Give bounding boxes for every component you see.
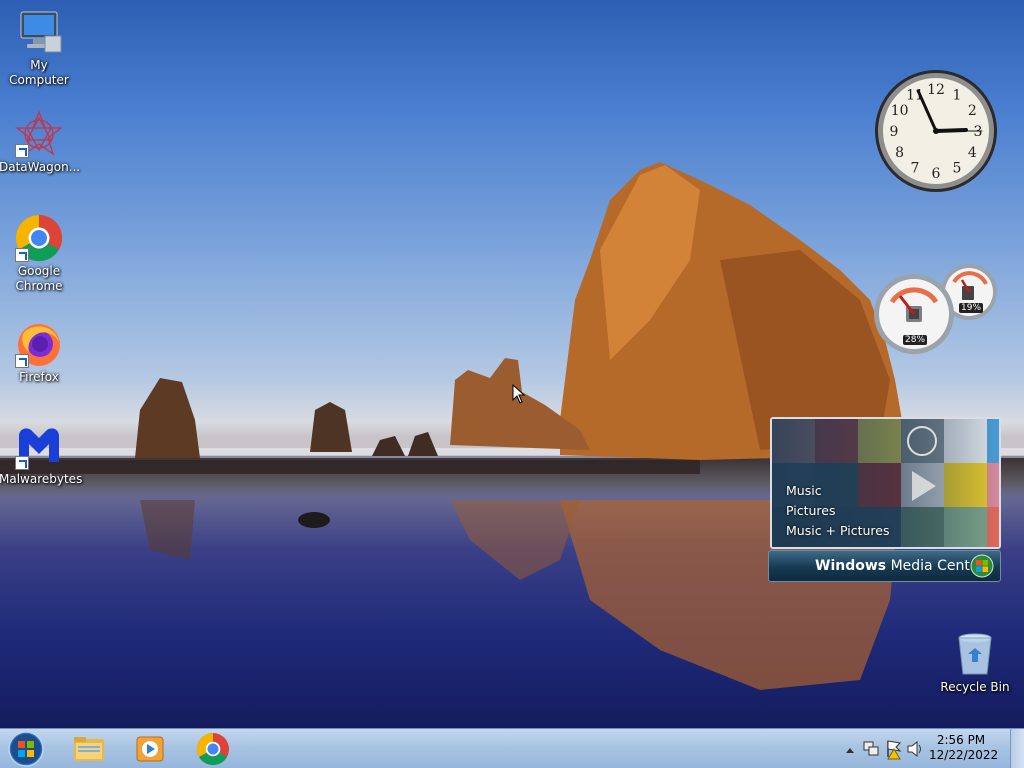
- media-center-menu: Music Pictures Music + Pictures: [786, 481, 890, 541]
- computer-icon: [15, 8, 63, 56]
- system-tray: 2:56 PM 12/22/2022: [834, 729, 1024, 768]
- wallpaper-rocks: [0, 162, 1024, 690]
- volume-icon[interactable]: [907, 740, 921, 758]
- desktop-icon-label: Firefox: [19, 370, 59, 384]
- clock-numeral: 5: [953, 160, 962, 176]
- shortcut-arrow-icon: [15, 354, 29, 368]
- malwarebytes-icon: [15, 422, 63, 470]
- desktop-icon-datawagon[interactable]: DataWagon...: [0, 110, 81, 175]
- media-center-menu-music-pictures[interactable]: Music + Pictures: [786, 521, 890, 541]
- desktop-icon-google-chrome[interactable]: Google Chrome: [0, 214, 79, 294]
- show-hidden-icons-icon[interactable]: [846, 748, 854, 753]
- clock-numeral: 3: [974, 124, 983, 140]
- media-center-menu-pictures[interactable]: Pictures: [786, 501, 890, 521]
- clock-numeral: 9: [890, 124, 899, 140]
- recycle-bin-icon: [951, 630, 999, 678]
- media-center-brand: Windows Media Center: [815, 558, 985, 574]
- show-desktop-button[interactable]: [1010, 729, 1024, 768]
- start-button[interactable]: [6, 730, 46, 768]
- datawagon-icon: [15, 110, 63, 158]
- desktop-icon-label: Malwarebytes: [0, 472, 83, 486]
- cpu-meter-gadget[interactable]: 28% 19%: [874, 260, 1002, 356]
- desktop-icon-malwarebytes[interactable]: Malwarebytes: [0, 422, 83, 487]
- clock-numeral: 10: [891, 103, 909, 119]
- media-center-menu-music[interactable]: Music: [786, 481, 890, 501]
- taskbar-file-explorer[interactable]: [60, 731, 118, 767]
- media-center-launch-bar[interactable]: Windows Media Center: [768, 550, 1001, 582]
- taskbar-windows-media-player[interactable]: [122, 731, 180, 767]
- clock-numeral: 1: [953, 88, 962, 104]
- mouse-cursor-icon: [512, 384, 526, 404]
- taskbar-clock-time: 2:56 PM: [936, 733, 986, 747]
- clock-numeral: 2: [968, 103, 977, 119]
- chrome-icon: [15, 214, 63, 262]
- clock-numeral: 6: [932, 166, 941, 182]
- clock-numeral: 12: [927, 82, 945, 98]
- desktop-icon-recycle-bin[interactable]: Recycle Bin: [935, 630, 1015, 695]
- desktop-icon-firefox[interactable]: Firefox: [0, 320, 79, 385]
- windows-orb-icon: [970, 554, 994, 578]
- clock-numeral: 4: [968, 145, 977, 161]
- taskbar: 2:56 PM 12/22/2022: [0, 728, 1024, 768]
- media-player-icon: [136, 736, 164, 762]
- desktop-wallpaper: [0, 0, 1024, 728]
- shortcut-arrow-icon: [15, 144, 29, 158]
- memory-usage-readout: 19%: [959, 303, 984, 313]
- desktop-icon-my-computer[interactable]: My Computer: [0, 8, 79, 88]
- desktop-icon-label: DataWagon...: [0, 160, 81, 174]
- taskbar-clock-date: 12/22/2022: [929, 748, 999, 762]
- media-center-gadget[interactable]: Music Pictures Music + Pictures: [770, 417, 1001, 549]
- shortcut-arrow-icon: [15, 456, 29, 470]
- network-icon[interactable]: [863, 741, 879, 756]
- desktop-icon-label: Recycle Bin: [940, 680, 1010, 694]
- clock-numeral: 8: [895, 145, 904, 161]
- firefox-icon: [15, 320, 63, 368]
- desktop-icon-label: Google Chrome: [15, 264, 63, 293]
- clock-numeral: 7: [911, 160, 920, 176]
- clock-gadget[interactable]: 12 1 2 3 4 5 6 7 8 9 10 11: [873, 68, 999, 194]
- cpu-usage-readout: 28%: [903, 335, 928, 345]
- desktop-icon-label: My Computer: [9, 58, 69, 87]
- chrome-icon: [196, 732, 229, 766]
- shortcut-arrow-icon: [15, 248, 29, 262]
- folder-icon: [74, 737, 104, 761]
- action-center-flag-icon[interactable]: [887, 740, 902, 760]
- taskbar-google-chrome[interactable]: [184, 731, 242, 767]
- taskbar-clock[interactable]: 2:56 PM 12/22/2022: [929, 733, 999, 763]
